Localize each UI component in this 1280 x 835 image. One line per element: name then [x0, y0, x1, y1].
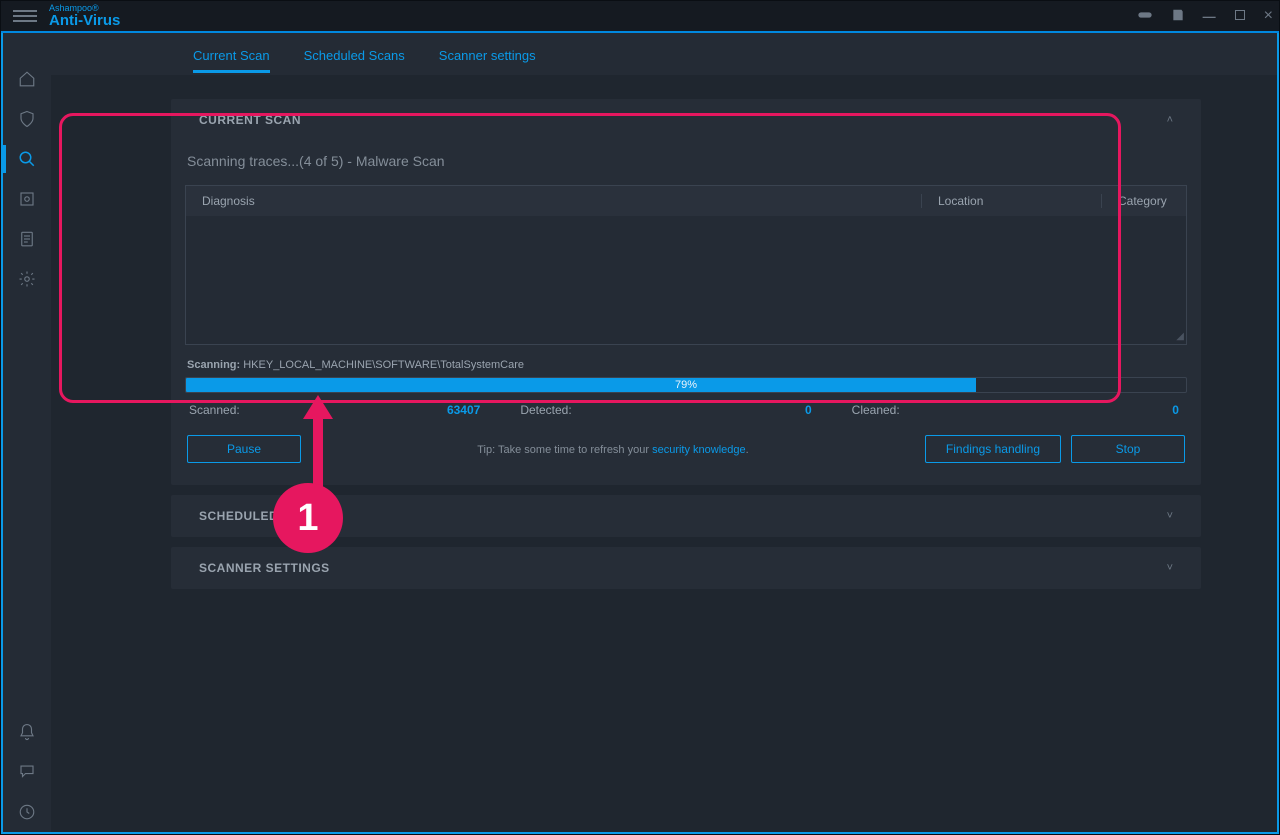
stat-detected-label: Detected:: [520, 403, 571, 417]
scan-status-text: Scanning traces...(4 of 5) - Malware Sca…: [185, 141, 1187, 185]
scan-progress-bar: 79%: [185, 377, 1187, 393]
scan-progress-text: 79%: [186, 378, 1186, 392]
menu-hamburger[interactable]: [13, 10, 37, 22]
sidebar-settings-icon[interactable]: [3, 259, 51, 299]
tab-scanner-settings[interactable]: Scanner settings: [439, 36, 536, 72]
col-header-category[interactable]: Category: [1102, 194, 1186, 208]
pause-button[interactable]: Pause: [187, 435, 301, 463]
sidebar-quarantine-icon[interactable]: [3, 179, 51, 219]
window-minimize[interactable]: —: [1203, 10, 1216, 23]
col-header-diagnosis[interactable]: Diagnosis: [186, 194, 922, 208]
tip-text: Tip: Take some time to refresh your secu…: [477, 444, 748, 456]
tab-current-scan[interactable]: Current Scan: [193, 36, 270, 72]
panel-head-current-scan[interactable]: CURRENT SCAN ˄: [171, 99, 1201, 141]
titlebar: Ashampoo® Anti-Virus — ×: [1, 1, 1279, 33]
panel-scanner-settings: SCANNER SETTINGS ˅: [171, 547, 1201, 589]
panel-scheduled-scans: SCHEDULED SCANS ˅: [171, 495, 1201, 537]
panel-current-scan: CURRENT SCAN ˄ Scanning traces...(4 of 5…: [171, 99, 1201, 485]
sidebar-logs-icon[interactable]: [3, 219, 51, 259]
tip-link[interactable]: security knowledge: [652, 444, 746, 456]
window-close[interactable]: ×: [1264, 8, 1273, 24]
col-header-location[interactable]: Location: [922, 194, 1102, 208]
sidebar-home-icon[interactable]: [3, 59, 51, 99]
stat-scanned-label: Scanned:: [189, 403, 240, 417]
sidebar: [3, 33, 51, 832]
window-maximize[interactable]: [1234, 9, 1246, 23]
panel-head-settings[interactable]: SCANNER SETTINGS ˅: [171, 547, 1201, 589]
sidebar-search-icon[interactable]: [3, 139, 51, 179]
brand-name: Anti-Virus: [49, 13, 120, 28]
panel-title: SCHEDULED SCANS: [199, 509, 327, 523]
tabs-bar: Current Scan Scheduled Scans Scanner set…: [51, 33, 1277, 75]
chevron-down-icon: ˅: [1167, 562, 1173, 574]
stat-detected-value: 0: [805, 403, 812, 417]
stat-scanned-value: 63407: [447, 403, 480, 417]
sidebar-shield-icon[interactable]: [3, 99, 51, 139]
sidebar-feedback-icon[interactable]: [3, 752, 51, 792]
scanning-line: Scanning: HKEY_LOCAL_MACHINE\SOFTWARE\To…: [185, 345, 1187, 377]
scanning-path: HKEY_LOCAL_MACHINE\SOFTWARE\TotalSystemC…: [243, 359, 524, 371]
brand-block: Ashampoo® Anti-Virus: [49, 4, 120, 28]
chevron-up-icon: ˄: [1167, 114, 1173, 126]
stat-cleaned-label: Cleaned:: [852, 403, 900, 417]
results-table: Diagnosis Location Category ◢: [185, 185, 1187, 345]
chevron-down-icon: ˅: [1167, 510, 1173, 522]
stop-button[interactable]: Stop: [1071, 435, 1185, 463]
stat-cleaned-value: 0: [1172, 403, 1179, 417]
resize-handle-icon[interactable]: ◢: [1176, 331, 1184, 342]
titlebar-icon-gamepad[interactable]: [1137, 7, 1153, 25]
sidebar-update-icon[interactable]: [3, 792, 51, 832]
results-body-empty: ◢: [186, 216, 1186, 344]
scanning-label: Scanning:: [187, 359, 240, 371]
tab-scheduled-scans[interactable]: Scheduled Scans: [304, 36, 405, 72]
sidebar-notifications-icon[interactable]: [3, 712, 51, 752]
titlebar-icon-note[interactable]: [1171, 8, 1185, 24]
panel-head-scheduled[interactable]: SCHEDULED SCANS ˅: [171, 495, 1201, 537]
panel-title: SCANNER SETTINGS: [199, 561, 330, 575]
findings-handling-button[interactable]: Findings handling: [925, 435, 1061, 463]
panel-title: CURRENT SCAN: [199, 113, 301, 127]
